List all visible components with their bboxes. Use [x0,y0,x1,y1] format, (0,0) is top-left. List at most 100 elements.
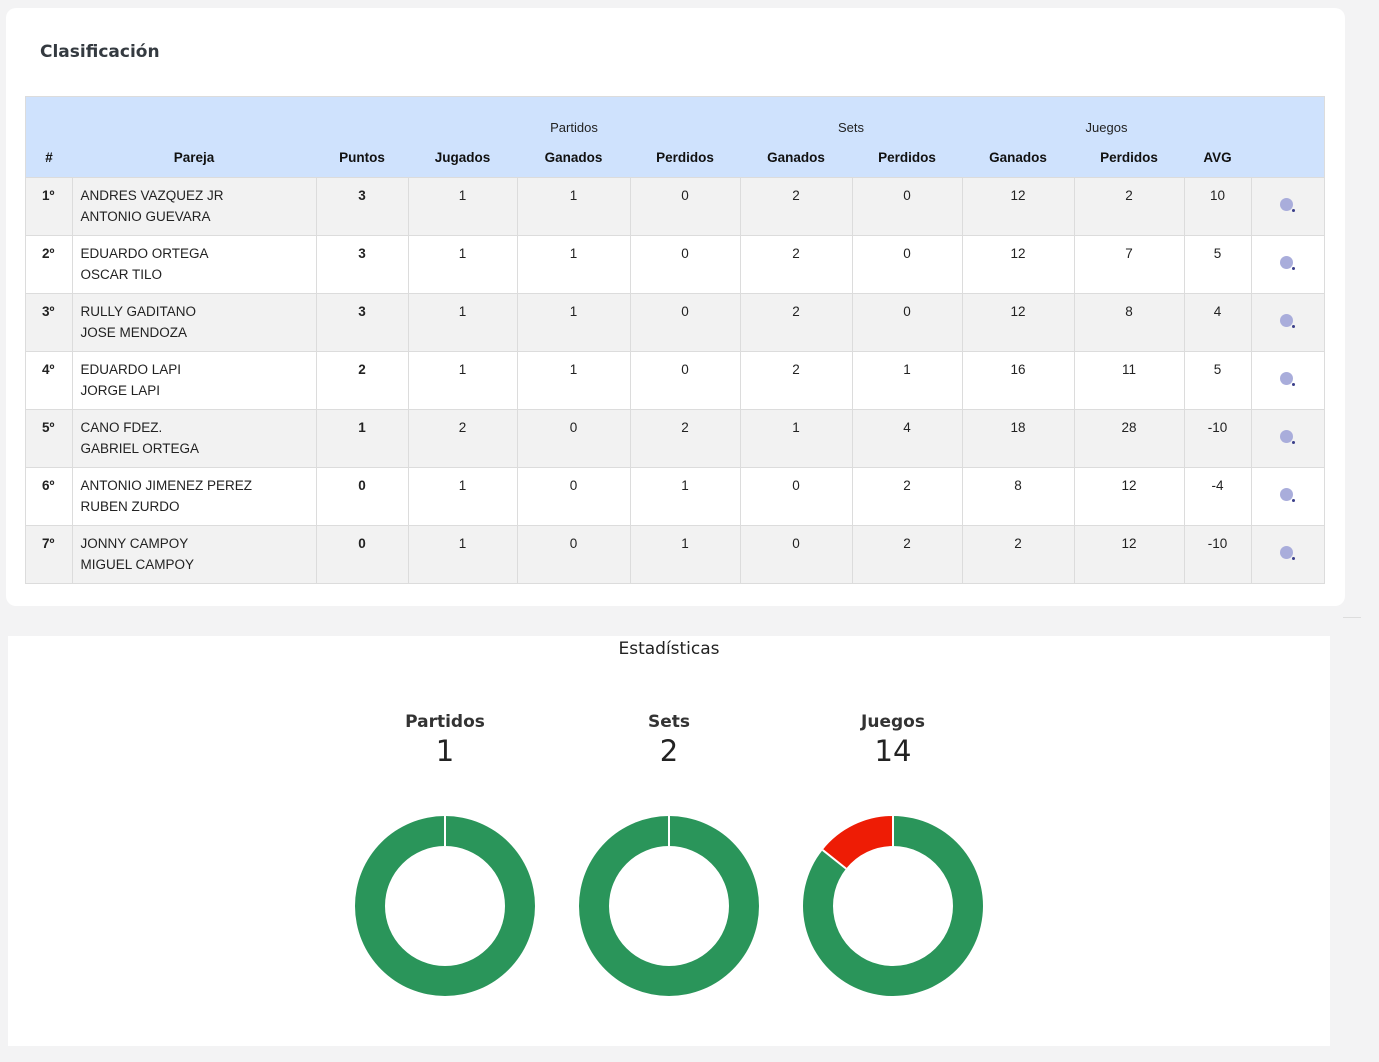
player-name: JORGE LAPI [80,383,161,398]
table-row: 2º EDUARDO ORTEGA OSCAR TILO 3 1 1 0 2 0 12 7 5 [25,235,1325,294]
rank-cell: 6º [25,467,73,526]
matches-won-cell: 0 [516,409,631,468]
points-cell: 0 [315,467,409,526]
points-cell: 0 [315,525,409,584]
player-name: JONNY CAMPOY [80,536,189,551]
user-stats-icon[interactable] [1279,429,1296,445]
group-header-sets: Sets [837,120,864,135]
stat-value: 2 [659,734,679,768]
user-stats-icon[interactable] [1279,545,1296,561]
col-header-points[interactable]: Puntos [316,137,408,178]
group-header-partidos: Partidos [550,120,598,135]
rank-cell: 3º [25,293,73,352]
matches-won-cell: 0 [516,467,631,526]
games-won-cell: 18 [961,409,1075,468]
matches-lost-cell: 1 [629,467,741,526]
table-row: 5º CANO FDEZ. GABRIEL ORTEGA 1 2 0 2 1 4 18 28 -10 [25,409,1325,468]
pair-cell: ANDRES VAZQUEZ JR ANTONIO GUEVARA [71,177,317,236]
table-row: 1º ANDRES VAZQUEZ JR ANTONIO GUEVARA 3 1 1 0 2 0… [25,177,1325,236]
sets-lost-cell: 1 [851,351,963,410]
stat-sets: Sets 2 [569,712,769,996]
donut-segment-won[interactable] [669,816,759,996]
sets-won-cell: 2 [739,351,853,410]
col-header-played[interactable]: Jugados [408,137,517,178]
points-cell: 2 [315,351,409,410]
matches-lost-cell: 1 [629,525,741,584]
standings-title: Clasificación [40,42,160,62]
sets-lost-cell: 0 [851,177,963,236]
col-header-sets-lost[interactable]: Perdidos [852,137,962,178]
user-stats-icon[interactable] [1279,371,1296,387]
sets-lost-cell: 0 [851,235,963,294]
games-won-cell: 12 [961,177,1075,236]
played-cell: 2 [407,409,518,468]
matches-won-cell: 0 [516,525,631,584]
user-stats-icon[interactable] [1279,313,1296,329]
points-cell: 3 [315,293,409,352]
user-stats-icon[interactable] [1279,487,1296,503]
played-cell: 1 [407,177,518,236]
sets-won-cell: 0 [739,525,853,584]
donut-segment-won[interactable] [445,816,535,996]
table-row: 6º ANTONIO JIMENEZ PEREZ RUBEN ZURDO 0 1 0 1 0 2… [25,467,1325,526]
row-action-cell [1250,293,1325,352]
donut-segment-won[interactable] [354,816,445,996]
played-cell: 1 [407,235,518,294]
col-header-avg[interactable]: AVG [1184,137,1251,178]
points-cell: 3 [315,177,409,236]
rank-cell: 1º [25,177,73,236]
rank-cell: 7º [25,525,73,584]
col-header-rank[interactable]: # [26,137,73,178]
col-header-pair[interactable]: Pareja [72,137,316,178]
col-header-matches-lost[interactable]: Perdidos [630,137,740,178]
games-won-cell: 2 [961,525,1075,584]
pair-cell: EDUARDO LAPI JORGE LAPI [71,351,317,410]
stat-partidos: Partidos 1 [345,712,545,996]
stat-label: Sets [647,712,691,732]
sets-won-cell: 1 [739,409,853,468]
col-header-sets-won[interactable]: Ganados [740,137,852,178]
col-header-games-lost[interactable]: Perdidos [1074,137,1184,178]
games-won-cell: 8 [961,467,1075,526]
avg-cell: 4 [1183,293,1252,352]
donut-segment-won[interactable] [578,816,669,996]
user-stats-icon[interactable] [1279,197,1296,213]
stat-label: Partidos [405,712,485,732]
player-name: OSCAR TILO [80,267,163,282]
played-cell: 1 [407,351,518,410]
matches-lost-cell: 0 [629,293,741,352]
games-lost-cell: 2 [1073,177,1185,236]
sets-won-cell: 2 [739,177,853,236]
matches-lost-cell: 2 [629,409,741,468]
sets-lost-cell: 2 [851,525,963,584]
sets-lost-cell: 0 [851,293,963,352]
avg-cell: -10 [1183,409,1252,468]
matches-won-cell: 1 [516,235,631,294]
avg-cell: -10 [1183,525,1252,584]
matches-lost-cell: 0 [629,351,741,410]
player-name: CANO FDEZ. [80,420,163,435]
pair-cell: RULLY GADITANO JOSE MENDOZA [71,293,317,352]
divider [1343,617,1361,618]
sets-lost-cell: 4 [851,409,963,468]
group-header-juegos: Juegos [1085,120,1128,135]
stat-juegos: Juegos 14 [793,712,993,996]
player-name: ANTONIO JIMENEZ PEREZ [80,478,253,493]
row-action-cell [1250,235,1325,294]
pair-cell: CANO FDEZ. GABRIEL ORTEGA [71,409,317,468]
games-lost-cell: 28 [1073,409,1185,468]
table-row: 4º EDUARDO LAPI JORGE LAPI 2 1 1 0 2 1 16 11 5 [25,351,1325,410]
played-cell: 1 [407,467,518,526]
played-cell: 1 [407,525,518,584]
games-won-cell: 12 [961,235,1075,294]
sets-won-cell: 2 [739,235,853,294]
rank-cell: 4º [25,351,73,410]
user-stats-icon[interactable] [1279,255,1296,271]
donut-chart [803,816,983,996]
col-header-games-won[interactable]: Ganados [962,137,1074,178]
stat-value: 14 [874,734,912,768]
points-cell: 3 [315,235,409,294]
player-name: GABRIEL ORTEGA [80,441,200,456]
games-lost-cell: 7 [1073,235,1185,294]
col-header-matches-won[interactable]: Ganados [517,137,630,178]
